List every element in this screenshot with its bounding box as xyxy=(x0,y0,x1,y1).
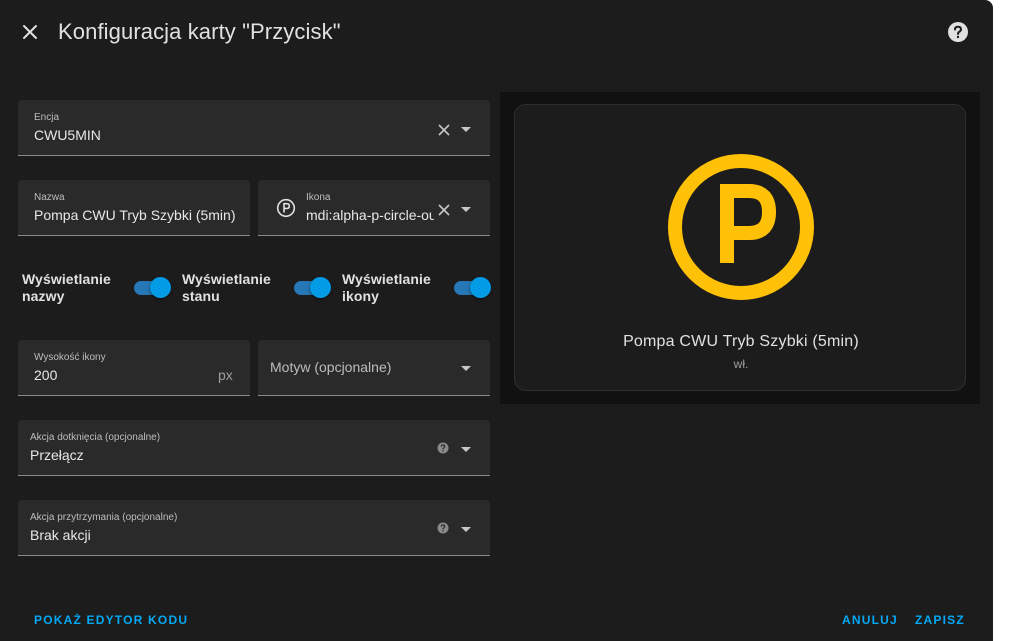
card-preview-state: wł. xyxy=(733,357,749,371)
icon-label: Ikona xyxy=(306,192,331,203)
theme-placeholder: Motyw (opcjonalne) xyxy=(270,359,392,375)
show-state-label-line1: Wyświetlanie xyxy=(182,271,271,287)
help-circle-icon xyxy=(948,22,968,42)
icon-dropdown-arrow-icon[interactable] xyxy=(461,207,471,212)
entity-dropdown-arrow-icon[interactable] xyxy=(461,127,471,132)
icon-height-suffix: px xyxy=(218,367,233,383)
card-preview-name: Pompa CWU Tryb Szybki (5min) xyxy=(623,333,859,350)
show-name-toggle[interactable] xyxy=(134,277,171,299)
dialog-title: Konfiguracja karty "Przycisk" xyxy=(58,19,341,44)
tap-action-dropdown-arrow-icon[interactable] xyxy=(461,447,471,452)
cancel-button[interactable]: ANULUJ xyxy=(842,613,898,627)
clear-entity-icon[interactable] xyxy=(436,122,452,138)
close-button[interactable] xyxy=(14,16,46,48)
theme-select[interactable]: Motyw (opcjonalne) xyxy=(258,340,490,396)
icon-picker[interactable]: Ikona mdi:alpha-p-circle-outline xyxy=(258,180,490,236)
show-state-label: Wyświetlanie stanu xyxy=(182,271,271,305)
hold-action-help-icon[interactable] xyxy=(437,522,449,534)
hold-action-label: Akcja przytrzymania (opcjonalne) xyxy=(30,512,178,523)
alpha-p-circle-outline-icon-large xyxy=(668,154,814,300)
hold-action-dropdown-arrow-icon[interactable] xyxy=(461,527,471,532)
tap-action-value: Przełącz xyxy=(30,447,84,463)
icon-height-label: Wysokość ikony xyxy=(34,352,106,363)
dialog-header: Konfiguracja karty "Przycisk" xyxy=(0,0,993,64)
show-name-label-line2: nazwy xyxy=(22,288,65,304)
save-button[interactable]: ZAPISZ xyxy=(915,613,965,627)
close-icon xyxy=(23,25,37,39)
entity-value: CWU5MIN xyxy=(34,127,101,143)
tap-action-help-icon[interactable] xyxy=(437,442,449,454)
theme-dropdown-arrow-icon[interactable] xyxy=(461,366,471,371)
show-code-editor-button[interactable]: POKAŻ EDYTOR KODU xyxy=(34,613,188,627)
show-state-toggle-thumb xyxy=(310,277,331,298)
show-icon-label-line1: Wyświetlanie xyxy=(342,271,431,287)
hold-action-select[interactable]: Akcja przytrzymania (opcjonalne) Brak ak… xyxy=(18,500,490,556)
button-card-preview[interactable]: Pompa CWU Tryb Szybki (5min) wł. xyxy=(514,104,966,391)
card-preview-area: Pompa CWU Tryb Szybki (5min) wł. xyxy=(500,92,980,404)
show-icon-toggle-thumb xyxy=(470,277,491,298)
name-value: Pompa CWU Tryb Szybki (5min) xyxy=(34,207,236,223)
tap-action-select[interactable]: Akcja dotknięcia (opcjonalne) Przełącz xyxy=(18,420,490,476)
tap-action-label: Akcja dotknięcia (opcjonalne) xyxy=(30,432,161,443)
show-name-label: Wyświetlanie nazwy xyxy=(22,271,111,305)
show-icon-label-line2: ikony xyxy=(342,288,380,304)
entity-label: Encja xyxy=(34,112,60,123)
show-icon-label: Wyświetlanie ikony xyxy=(342,271,431,305)
show-name-toggle-thumb xyxy=(150,277,171,298)
icon-value: mdi:alpha-p-circle-outline xyxy=(306,207,434,223)
show-state-toggle[interactable] xyxy=(294,277,331,299)
alpha-p-circle-outline-icon xyxy=(276,198,296,218)
icon-height-value: 200 xyxy=(34,367,58,383)
entity-picker[interactable]: Encja CWU5MIN xyxy=(18,100,490,156)
help-button[interactable] xyxy=(944,18,972,46)
name-label: Nazwa xyxy=(34,192,65,203)
icon-height-input[interactable]: Wysokość ikony 200 px xyxy=(18,340,250,396)
card-config-dialog: Konfiguracja karty "Przycisk" Encja CWU5… xyxy=(0,0,993,641)
show-icon-toggle[interactable] xyxy=(454,277,491,299)
show-name-label-line1: Wyświetlanie xyxy=(22,271,111,287)
hold-action-value: Brak akcji xyxy=(30,527,91,543)
show-state-label-line2: stanu xyxy=(182,288,220,304)
name-input[interactable]: Nazwa Pompa CWU Tryb Szybki (5min) xyxy=(18,180,250,236)
clear-icon-icon[interactable] xyxy=(436,202,452,218)
